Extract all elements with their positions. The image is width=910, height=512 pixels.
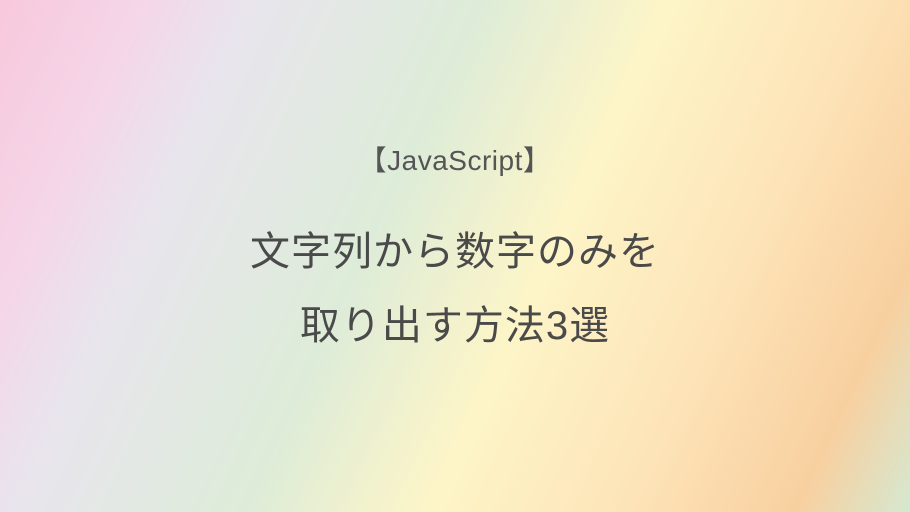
- title-line-2: 取り出す方法3選: [250, 289, 660, 363]
- category-tag: 【JavaScript】: [250, 139, 660, 179]
- title-card: 【JavaScript】 文字列から数字のみを 取り出す方法3選: [250, 139, 660, 363]
- title-line-1: 文字列から数字のみを: [250, 215, 660, 289]
